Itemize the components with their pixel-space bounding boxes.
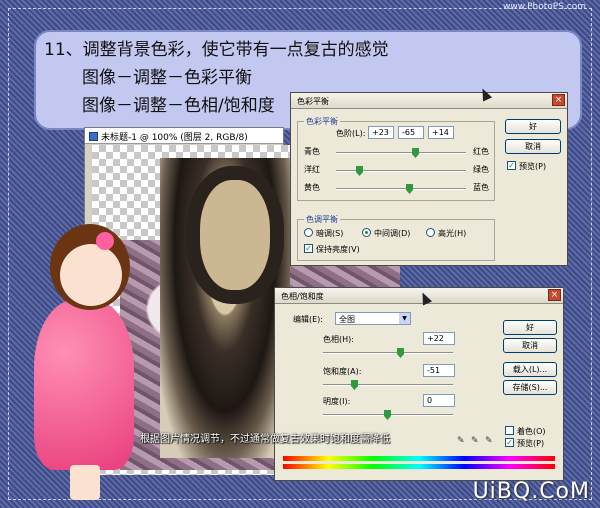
lightness-slider-thumb[interactable] [384, 410, 391, 420]
eyedropper-minus-icon[interactable]: ✎ [485, 436, 493, 446]
output-color-spectrum [283, 464, 555, 469]
close-icon[interactable]: × [552, 94, 565, 106]
preserve-luminosity-checkbox[interactable]: ✓ [304, 244, 313, 253]
tutorial-image: www.PhotoPS.com 11、调整背景色彩，使它带有一点复古的感觉 图像… [0, 0, 600, 508]
hue-slider[interactable] [323, 348, 453, 358]
color-balance-ok-button[interactable]: 好 [505, 119, 561, 134]
tip-caption: 根据图片情况调节，不过通常做复古效果时饱和度需降低 [140, 434, 390, 445]
colorize-checkbox[interactable] [505, 426, 514, 435]
edit-range-select[interactable]: 全图 ▼ [335, 312, 411, 325]
site-watermark: www.PhotoPS.com [502, 2, 586, 12]
color-balance-preview-checkbox[interactable]: ✓ [507, 161, 516, 170]
midtones-radio[interactable] [362, 228, 371, 237]
yellow-blue-slider[interactable] [336, 184, 466, 194]
color-balance-title-bar[interactable]: 色彩平衡 × [291, 93, 567, 109]
cartoon-girl-bow [96, 232, 114, 250]
cartoon-girl-face [60, 244, 122, 306]
hue-saturation-cancel-button[interactable]: 取消 [503, 338, 557, 353]
magenta-green-slider-thumb[interactable] [356, 166, 363, 176]
cartoon-girl-legs [70, 465, 100, 500]
step-instruction: 11、调整背景色彩，使它带有一点复古的感觉 [44, 40, 389, 60]
chevron-down-icon[interactable]: ▼ [399, 313, 410, 324]
levels-magenta-green-field[interactable]: -65 [398, 126, 424, 139]
saturation-slider[interactable] [323, 380, 453, 390]
cyan-red-slider[interactable] [336, 148, 466, 158]
hue-saturation-ok-button[interactable]: 好 [503, 320, 557, 335]
hue-slider-thumb[interactable] [397, 348, 404, 358]
portrait-face [200, 180, 270, 290]
saturation-slider-thumb[interactable] [351, 380, 358, 390]
cartoon-girl-dress [34, 300, 134, 470]
magenta-green-slider[interactable] [336, 166, 466, 176]
lightness-field[interactable]: 0 [423, 394, 455, 407]
color-balance-cancel-button[interactable]: 取消 [505, 139, 561, 154]
input-color-spectrum [283, 456, 555, 461]
cyan-red-slider-thumb[interactable] [412, 148, 419, 158]
brand-watermark: UiBQ.CoM [472, 479, 590, 504]
save-button[interactable]: 存储(S)... [503, 380, 557, 395]
levels-yellow-blue-field[interactable]: +14 [428, 126, 454, 139]
tone-balance-group: 色调平衡 暗调(S) 中间调(D) 高光(H) ✓ 保持亮度(V) [297, 214, 495, 261]
canvas-window-title[interactable]: 未标题-1 @ 100% (图层 2, RGB/8) [85, 128, 283, 144]
hue-saturation-dialog: 色相/饱和度 × 编辑(E): 全图 ▼ 色相(H): +22 饱和度(A): … [274, 287, 564, 481]
close-icon[interactable]: × [548, 289, 561, 301]
color-balance-dialog: 色彩平衡 × 色彩平衡 色阶(L): +23 -65 +14 青色 红色 洋红 … [290, 92, 568, 266]
hue-saturation-preview-checkbox[interactable]: ✓ [505, 438, 514, 447]
eyedropper-plus-icon[interactable]: ✎ [471, 436, 479, 446]
photoshop-document-icon [89, 132, 98, 141]
lightness-slider[interactable] [323, 410, 453, 420]
shadows-radio[interactable] [304, 228, 313, 237]
hue-field[interactable]: +22 [423, 332, 455, 345]
eyedropper-icon[interactable]: ✎ [457, 436, 465, 446]
yellow-blue-slider-thumb[interactable] [406, 184, 413, 194]
menu-path-color-balance: 图像－调整－色彩平衡 [82, 68, 252, 88]
load-button[interactable]: 载入(L)... [503, 362, 557, 377]
menu-path-hue-saturation: 图像－调整－色相/饱和度 [82, 96, 275, 116]
highlights-radio[interactable] [426, 228, 435, 237]
levels-cyan-red-field[interactable]: +23 [368, 126, 394, 139]
color-balance-group: 色彩平衡 色阶(L): +23 -65 +14 青色 红色 洋红 绿色 黄色 蓝… [297, 116, 495, 201]
saturation-field[interactable]: -51 [423, 364, 455, 377]
